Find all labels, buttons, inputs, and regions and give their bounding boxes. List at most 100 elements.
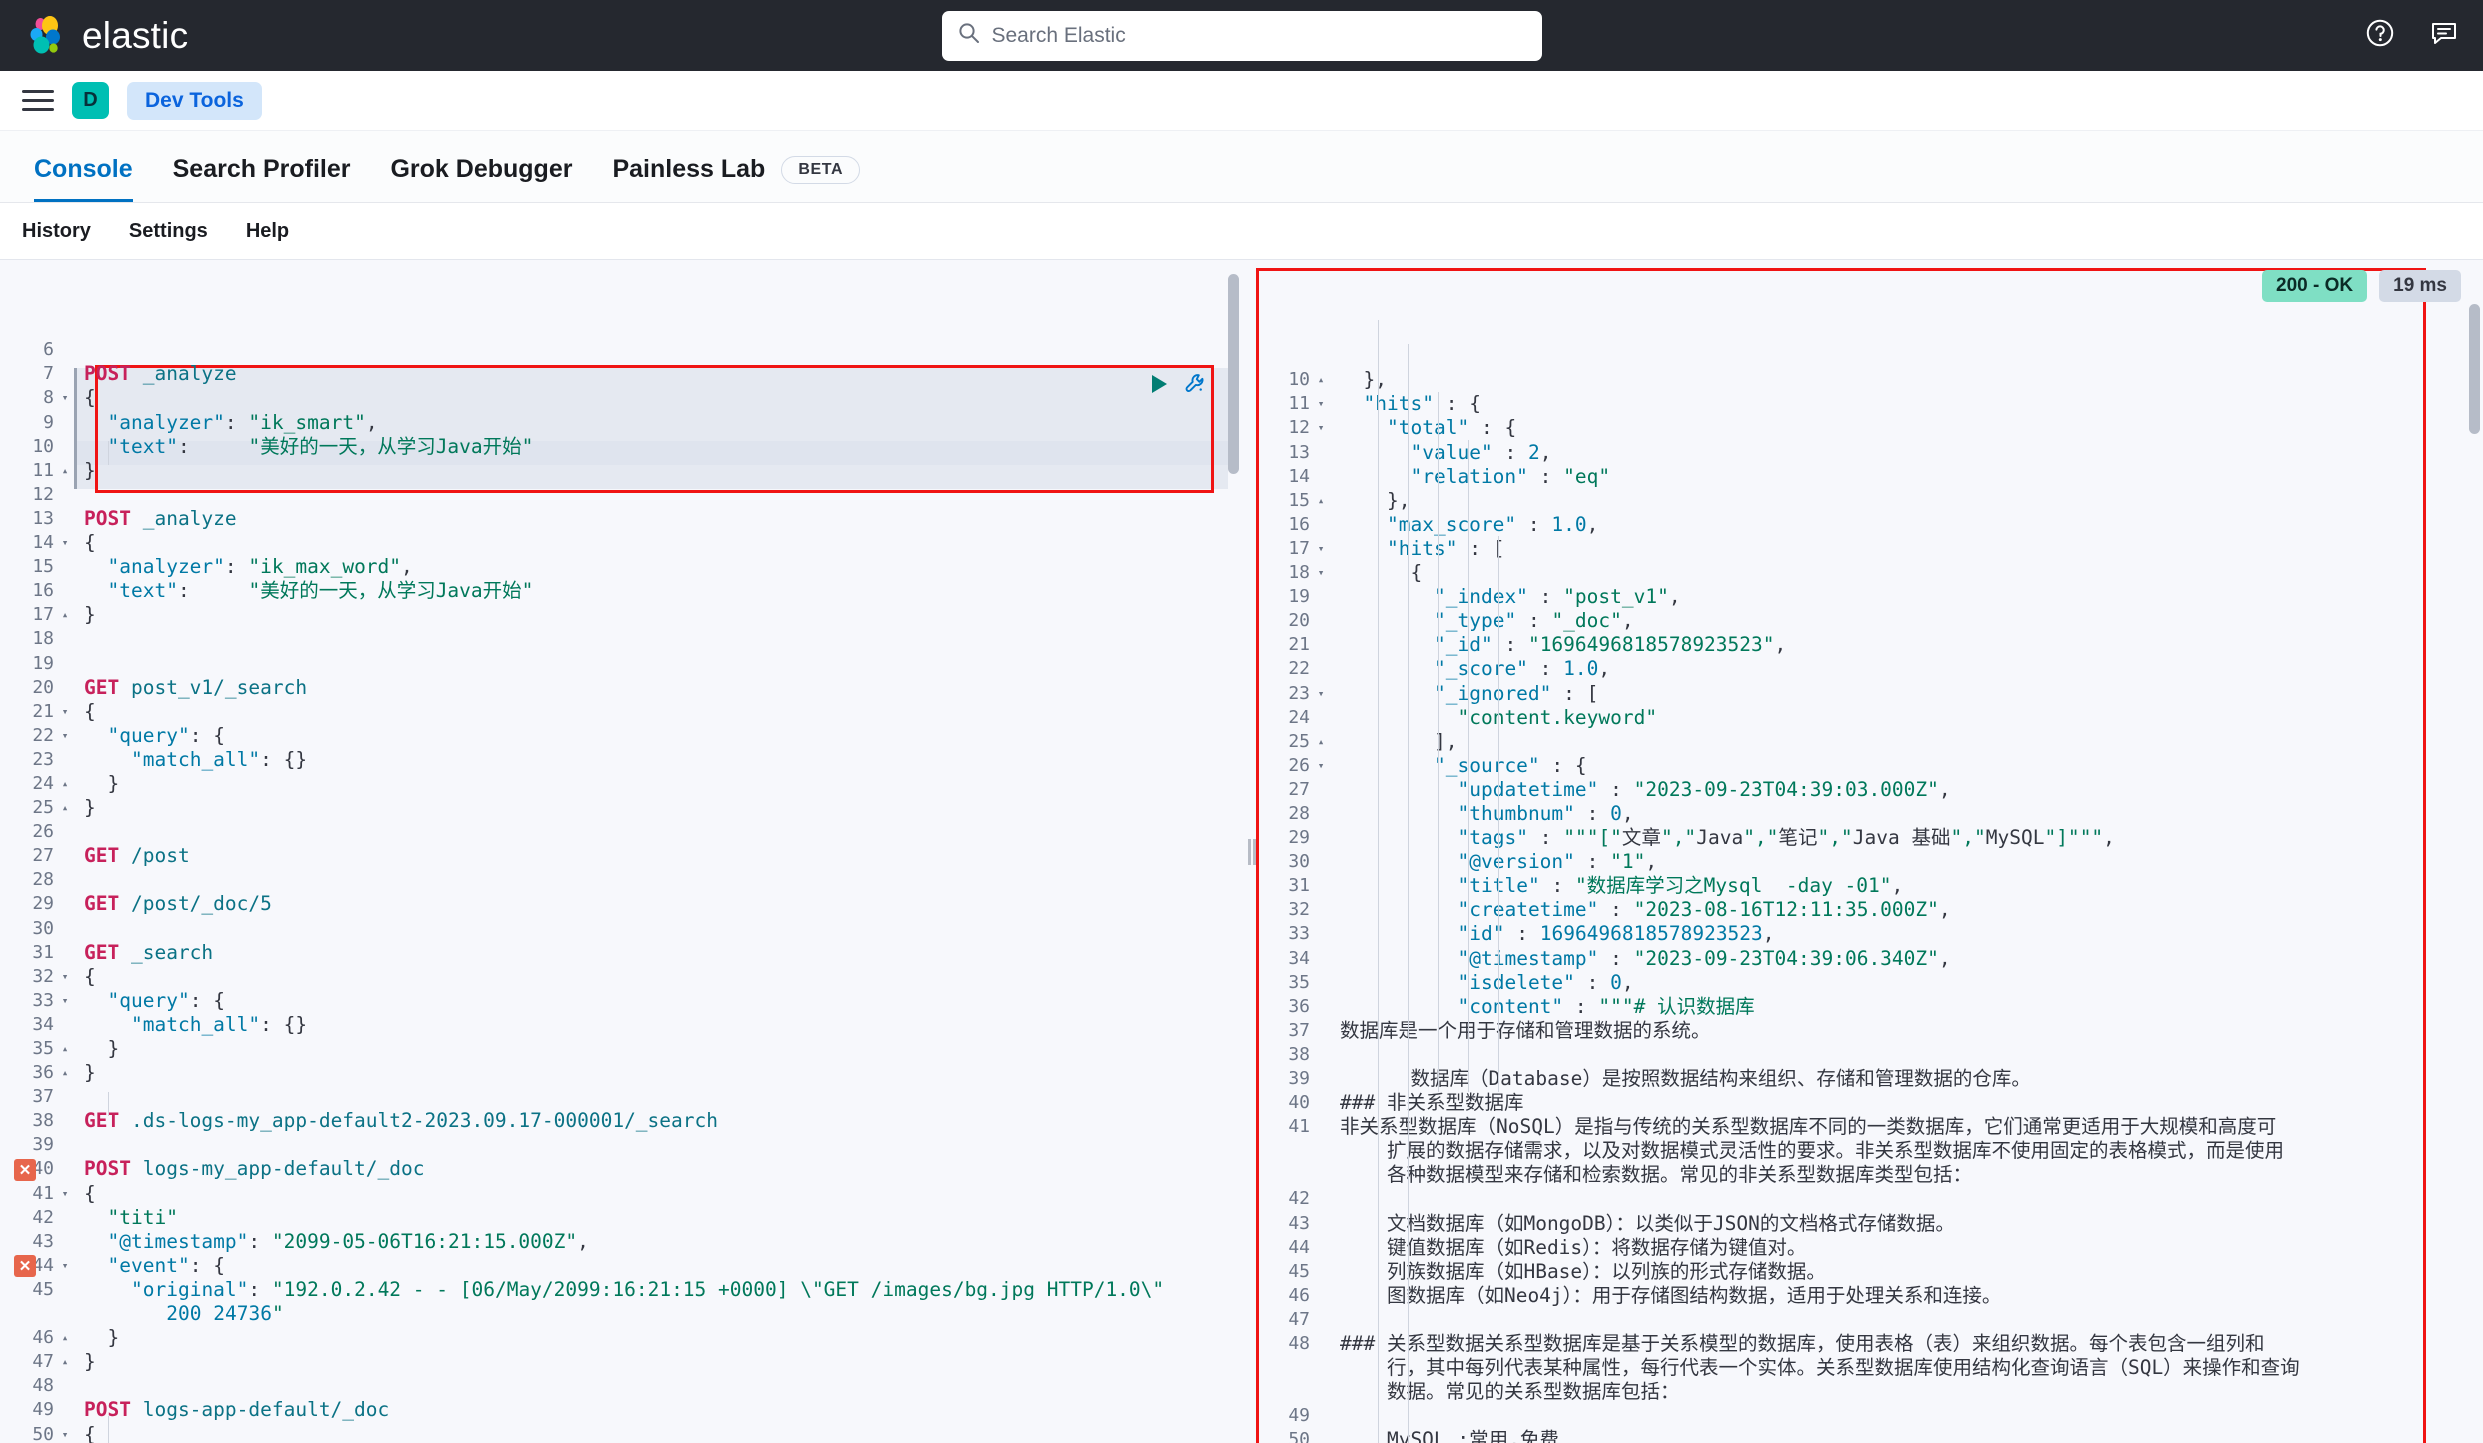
fold-toggle-icon[interactable]: ▴ [56,459,74,483]
code-line[interactable]: 9 "analyzer": "ik_smart", [0,411,1242,435]
error-marker-icon[interactable]: ✕ [14,1158,36,1181]
code-line[interactable]: 28 [0,868,1242,892]
fold-toggle-icon[interactable]: ▾ [56,1182,74,1206]
code-line[interactable]: 11 ▾ "hits" : { [1256,392,2483,416]
code-line[interactable]: 39 [0,1133,1242,1157]
code-line[interactable]: 28 "thumbnum" : 0, [1256,802,2483,826]
fold-toggle-icon[interactable]: ▴ [56,796,74,820]
fold-toggle-icon[interactable]: ▾ [56,386,74,410]
code-line[interactable]: 32 ▾ { [0,965,1242,989]
code-line[interactable]: 37 [0,1085,1242,1109]
code-line[interactable]: 29 "tags" : """["文章","Java","笔记","Java 基… [1256,826,2483,850]
code-line[interactable]: 33 "id" : 1696496818578923523, [1256,922,2483,946]
code-line[interactable]: 40 POST logs-my_app-default/_doc [0,1157,1242,1181]
code-line[interactable]: 行，其中每列代表某种属性，每行代表一个实体。关系型数据库使用结构化查询语言（SQ… [1256,1356,2483,1380]
code-line[interactable]: 34 "@timestamp" : "2023-09-23T04:39:06.3… [1256,947,2483,971]
code-line[interactable]: 50 MySQL :常用,免费 [1256,1428,2483,1443]
code-line[interactable]: 16 "text": "美好的一天，从学习Java开始" [0,579,1242,603]
tab-search-profiler[interactable]: Search Profiler [153,155,371,202]
fold-toggle-icon[interactable]: ▴ [56,1037,74,1061]
code-line[interactable]: 43 文档数据库（如MongoDB）：以类似于JSON的文档格式存储数据。 [1256,1212,2483,1236]
code-line[interactable]: 23 ▾ "_ignored" : [ [1256,682,2483,706]
code-line[interactable]: 41 非关系型数据库（NoSQL）是指与传统的关系型数据库不同的一类数据库，它们通… [1256,1115,2483,1139]
fold-toggle-icon[interactable]: ▴ [1312,730,1330,754]
code-line[interactable]: 26 [0,820,1242,844]
fold-toggle-icon[interactable]: ▾ [1312,537,1330,561]
request-editor-scrollbar[interactable] [1228,274,1239,474]
code-line[interactable]: 20 GET post_v1/_search [0,676,1242,700]
code-line[interactable]: 42 "titi" [0,1206,1242,1230]
code-line[interactable]: 27 "updatetime" : "2023-09-23T04:39:03.0… [1256,778,2483,802]
code-line[interactable]: 23 "match_all": {} [0,748,1242,772]
code-line[interactable]: 24 "content.keyword" [1256,706,2483,730]
code-line[interactable]: 17 ▴} [0,603,1242,627]
response-code[interactable]: 10 ▴ }, 11 ▾ "hits" : {12 ▾ "total" : {13 "v… [1256,260,2483,1443]
code-line[interactable]: 38 [1256,1043,2483,1067]
code-line[interactable]: 47 ▴} [0,1350,1242,1374]
code-line[interactable]: 31 "title" : "数据库学习之Mysql -day -01", [1256,874,2483,898]
code-line[interactable]: 14 "relation" : "eq" [1256,465,2483,489]
tab-painless-lab[interactable]: Painless Lab BETA [592,155,880,202]
code-line[interactable]: 50 ▾ { [0,1423,1242,1443]
history-button[interactable]: History [8,214,105,249]
code-line[interactable]: 46 图数据库（如Neo4j）：用于存储图结构数据，适用于处理关系和连接。 [1256,1284,2483,1308]
fold-toggle-icon[interactable]: ▴ [56,1326,74,1350]
code-line[interactable]: 44 ▾ "event": { [0,1254,1242,1278]
help-circle-icon[interactable] [2365,18,2395,53]
code-line[interactable]: 25 ▴ ], [1256,730,2483,754]
code-line[interactable]: 7 POST _analyze [0,362,1242,386]
fold-toggle-icon[interactable]: ▴ [1312,368,1330,392]
breadcrumb-dev-tools[interactable]: Dev Tools [127,81,262,120]
code-line[interactable]: 10 ▴ }, [1256,368,2483,392]
fold-toggle-icon[interactable]: ▴ [56,772,74,796]
code-line[interactable]: 21 "_id" : "1696496818578923523", [1256,633,2483,657]
code-line[interactable]: 35 "isdelete" : 0, [1256,971,2483,995]
code-line[interactable]: 200 24736" [0,1302,1242,1326]
fold-toggle-icon[interactable]: ▾ [1312,561,1330,585]
code-line[interactable]: 36 "content" : """# 认识数据库 [1256,995,2483,1019]
code-line[interactable]: 32 "createtime" : "2023-08-16T12:11:35.0… [1256,898,2483,922]
fold-toggle-icon[interactable]: ▾ [56,700,74,724]
code-line[interactable]: 26 ▾ "_source" : { [1256,754,2483,778]
fold-toggle-icon[interactable]: ▾ [56,989,74,1013]
code-line[interactable]: 19 [0,652,1242,676]
code-line[interactable]: 20 "_type" : "_doc", [1256,609,2483,633]
code-line[interactable]: 12 [0,483,1242,507]
settings-button[interactable]: Settings [115,214,222,249]
code-line[interactable]: 16 "max_score" : 1.0, [1256,513,2483,537]
code-line[interactable]: 49 POST logs-app-default/_doc [0,1398,1242,1422]
code-line[interactable]: 46 ▴ } [0,1326,1242,1350]
fold-toggle-icon[interactable]: ▾ [1312,416,1330,440]
code-line[interactable]: 37 数据库是一个用于存储和管理数据的系统。 [1256,1019,2483,1043]
fold-toggle-icon[interactable]: ▾ [56,1423,74,1443]
global-search[interactable]: Search Elastic [941,10,1542,61]
code-line[interactable]: 18 [0,627,1242,651]
code-line[interactable]: 36 ▴} [0,1061,1242,1085]
code-line[interactable]: 30 "@version" : "1", [1256,850,2483,874]
code-line[interactable]: 43 "@timestamp": "2099-05-06T16:21:15.00… [0,1230,1242,1254]
code-line[interactable]: 33 ▾ "query": { [0,989,1242,1013]
fold-toggle-icon[interactable]: ▾ [1312,754,1330,778]
code-line[interactable]: 24 ▴ } [0,772,1242,796]
error-marker-icon[interactable]: ✕ [14,1255,36,1278]
pane-resizer[interactable] [1242,259,1256,1443]
fold-toggle-icon[interactable]: ▾ [56,531,74,555]
code-line[interactable]: 14 ▾ { [0,531,1242,555]
tab-grok-debugger[interactable]: Grok Debugger [370,155,592,202]
code-line[interactable]: 22 ▾ "query": { [0,724,1242,748]
code-line[interactable]: 48 [0,1374,1242,1398]
code-line[interactable]: 35 ▴ } [0,1037,1242,1061]
space-avatar[interactable]: D [72,82,109,119]
code-line[interactable]: 15 ▴ }, [1256,489,2483,513]
code-line[interactable]: 49 [1256,1404,2483,1428]
code-line[interactable]: 各种数据模型来存储和检索数据。常见的非关系型数据库类型包括： [1256,1163,2483,1187]
code-line[interactable]: 42 [1256,1187,2483,1211]
hamburger-menu-icon[interactable] [22,85,54,117]
code-line[interactable]: 29 GET /post/_doc/5 [0,892,1242,916]
code-line[interactable]: 45 "original": "192.0.2.42 - - [06/May/2… [0,1278,1242,1302]
code-line[interactable]: 18 ▾ { [1256,561,2483,585]
code-line[interactable]: 15 "analyzer": "ik_max_word", [0,555,1242,579]
fold-toggle-icon[interactable]: ▴ [1312,489,1330,513]
code-line[interactable]: 30 [0,917,1242,941]
code-line[interactable]: 11 ▴} [0,459,1242,483]
